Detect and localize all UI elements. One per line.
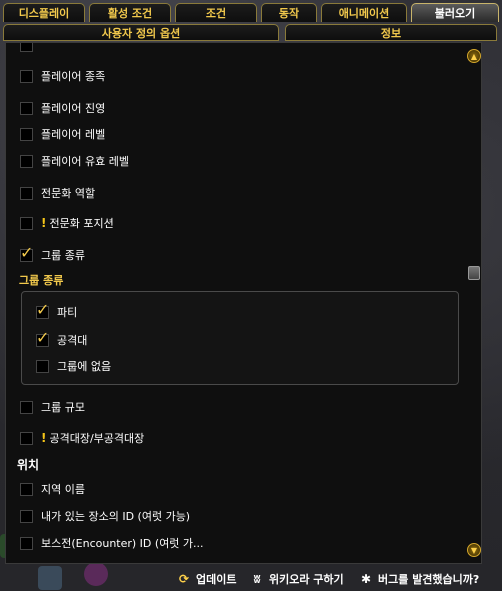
group-type-box: ✓ 파티 ✓ 공격대 그룹에 없음 bbox=[21, 291, 459, 385]
option-spec-position[interactable]: ! 전문화 포지션 bbox=[20, 213, 114, 233]
checkbox[interactable]: ✓ bbox=[20, 244, 33, 262]
tab-trigger[interactable]: 활성 조건 bbox=[89, 3, 171, 22]
option-label: 플레이어 종족 bbox=[41, 70, 106, 83]
update-link[interactable]: ⟳ 업데이트 bbox=[177, 570, 237, 588]
wiki-label: 위키오라 구하기 bbox=[269, 573, 344, 586]
option-label: 지역 이름 bbox=[41, 483, 85, 496]
option-label: 그룹에 없음 bbox=[57, 360, 112, 373]
option-label: 공격대장/부공격대장 bbox=[49, 432, 145, 445]
checkbox[interactable] bbox=[20, 69, 33, 83]
option-label: 전문화 역할 bbox=[41, 187, 96, 200]
option-group-size[interactable]: 그룹 규모 bbox=[20, 397, 85, 417]
checkbox[interactable] bbox=[20, 43, 33, 52]
option-label: 플레이어 레벨 bbox=[41, 128, 106, 141]
bug-icon: ✱ bbox=[360, 572, 372, 586]
sub-tab-bar: 사용자 정의 옵션 정보 bbox=[3, 24, 499, 42]
wago-logo-icon: ʬ bbox=[253, 572, 261, 586]
checkbox[interactable] bbox=[36, 359, 49, 373]
checkbox[interactable] bbox=[20, 509, 33, 523]
checkbox[interactable] bbox=[20, 536, 33, 550]
checkbox[interactable] bbox=[20, 154, 33, 168]
checkmark-icon: ✓ bbox=[20, 242, 34, 262]
option-player-level[interactable]: 플레이어 레벨 bbox=[20, 124, 105, 144]
option-label: 전문화 포지션 bbox=[49, 217, 114, 230]
bug-label: 버그를 발견했습니까? bbox=[378, 573, 480, 586]
scroll-down-button[interactable]: ▼ bbox=[467, 543, 481, 557]
footer-bar: ⟳ 업데이트 ʬ 위키오라 구하기 ✱ 버그를 발견했습니까? bbox=[0, 567, 502, 591]
option-label: 파티 bbox=[57, 306, 78, 319]
option-label: 공격대 bbox=[57, 334, 88, 347]
checkmark-icon: ✓ bbox=[36, 299, 50, 319]
checkbox[interactable] bbox=[20, 101, 33, 115]
checkbox[interactable] bbox=[20, 216, 33, 230]
tab-actions[interactable]: 동작 bbox=[261, 3, 317, 22]
checkbox[interactable] bbox=[20, 482, 33, 496]
chevron-up-icon: ▲ bbox=[470, 51, 478, 61]
checkbox[interactable] bbox=[20, 400, 33, 414]
checkbox[interactable] bbox=[20, 127, 33, 141]
option-label: 내가 있는 장소의 ID (여럿 가능) bbox=[41, 510, 191, 523]
option-label: 보스전(Encounter) ID (여럿 가... bbox=[41, 537, 204, 550]
checkbox[interactable]: ✓ bbox=[36, 301, 49, 319]
tab-animations[interactable]: 애니메이션 bbox=[321, 3, 407, 22]
tab-custom-options[interactable]: 사용자 정의 옵션 bbox=[3, 24, 279, 41]
option-player-effective-level[interactable]: 플레이어 유효 레벨 bbox=[20, 151, 129, 171]
wiki-link[interactable]: ʬ 위키오라 구하기 bbox=[250, 570, 344, 588]
bug-report-link[interactable]: ✱ 버그를 발견했습니까? bbox=[359, 570, 479, 588]
option-label: 그룹 종류 bbox=[41, 249, 85, 262]
chevron-down-icon: ▼ bbox=[470, 545, 478, 555]
load-options-panel: 플레이어 종족 플레이어 진영 플레이어 레벨 플레이어 유효 레벨 전문화 역… bbox=[5, 42, 482, 564]
checkbox[interactable] bbox=[20, 186, 33, 200]
option-raid-leader[interactable]: ! 공격대장/부공격대장 bbox=[20, 428, 144, 448]
option-group-type[interactable]: ✓ 그룹 종류 bbox=[20, 244, 85, 265]
warning-icon: ! bbox=[41, 431, 47, 445]
option-player-faction[interactable]: 플레이어 진영 bbox=[20, 98, 105, 118]
option-spec-role[interactable]: 전문화 역할 bbox=[20, 183, 95, 203]
location-section-title: 위치 bbox=[17, 458, 40, 472]
option-label: 플레이어 유효 레벨 bbox=[41, 155, 129, 168]
warning-icon: ! bbox=[41, 216, 47, 230]
tab-information[interactable]: 정보 bbox=[285, 24, 497, 41]
option-zone-name[interactable]: 지역 이름 bbox=[20, 479, 85, 499]
group-type-section-title: 그룹 종류 bbox=[19, 274, 64, 287]
checkbox[interactable] bbox=[20, 431, 33, 445]
checkbox[interactable]: ✓ bbox=[36, 329, 49, 347]
refresh-icon: ⟳ bbox=[178, 572, 190, 586]
checkmark-icon: ✓ bbox=[36, 327, 50, 347]
option-player-race[interactable]: 플레이어 종족 bbox=[20, 66, 105, 86]
group-type-raid[interactable]: ✓ 공격대 bbox=[36, 329, 88, 350]
option-row-clipped[interactable] bbox=[20, 43, 41, 55]
scroll-up-button[interactable]: ▲ bbox=[467, 49, 481, 63]
tab-conditions[interactable]: 조건 bbox=[175, 3, 257, 22]
tab-display[interactable]: 디스플레이 bbox=[3, 3, 85, 22]
option-zone-id[interactable]: 내가 있는 장소의 ID (여럿 가능) bbox=[20, 506, 190, 526]
group-type-party[interactable]: ✓ 파티 bbox=[36, 301, 78, 322]
group-type-none[interactable]: 그룹에 없음 bbox=[36, 356, 111, 376]
main-tab-bar: 디스플레이 활성 조건 조건 동작 애니메이션 불러오기 bbox=[3, 3, 499, 23]
scroll-thumb[interactable] bbox=[468, 266, 480, 280]
update-label: 업데이트 bbox=[196, 573, 237, 586]
scrollbar[interactable]: ▲ ▼ bbox=[467, 45, 481, 561]
option-encounter-id[interactable]: 보스전(Encounter) ID (여럿 가... bbox=[20, 533, 204, 553]
option-label: 그룹 규모 bbox=[41, 401, 85, 414]
tab-load[interactable]: 불러오기 bbox=[411, 3, 499, 22]
option-label: 플레이어 진영 bbox=[41, 102, 106, 115]
